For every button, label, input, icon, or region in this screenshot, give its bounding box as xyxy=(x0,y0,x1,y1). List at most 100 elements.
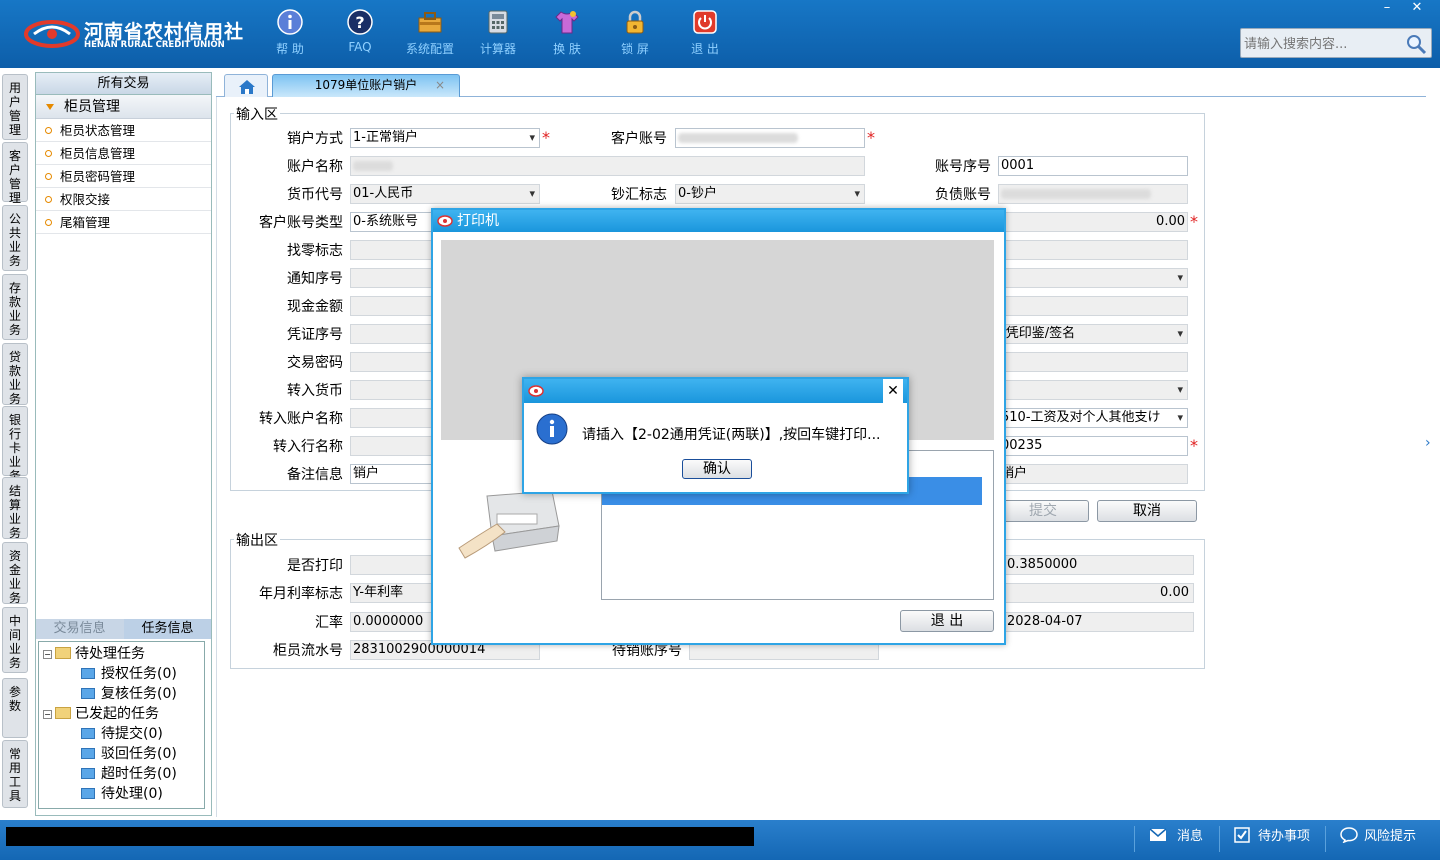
required-mark: * xyxy=(1190,436,1198,455)
toolbox-icon xyxy=(418,12,442,33)
todo-button[interactable]: 待办事项 xyxy=(1219,826,1310,852)
left-panel: 所有交易 柜员管理 柜员状态管理 柜员信息管理 柜员密码管理 权限交接 尾箱管理… xyxy=(35,72,212,816)
checkbox-icon xyxy=(1234,827,1250,843)
vnav-deposit-business[interactable]: 存款业务 xyxy=(2,274,28,340)
vnav-intermediate-business[interactable]: 中间业务 xyxy=(2,607,28,673)
print-exit-button[interactable]: 退 出 xyxy=(900,610,994,632)
exit-label: 退 出 xyxy=(691,42,719,56)
masked-value xyxy=(678,132,798,143)
interest-field: 0.00 xyxy=(1004,583,1194,603)
account-seq-input[interactable]: 0001 xyxy=(998,156,1188,176)
logo-icon xyxy=(24,20,80,48)
window-controls: – ✕ xyxy=(1372,0,1432,18)
calculator-icon xyxy=(488,10,508,34)
search-icon[interactable] xyxy=(1405,33,1427,55)
info-icon xyxy=(277,9,303,35)
vnav-settlement-business[interactable]: 结算业务 xyxy=(2,477,28,540)
menu-item-teller-password[interactable]: 柜员密码管理 xyxy=(36,165,211,188)
label-customer-account: 客户账号 xyxy=(611,131,667,147)
message-ok-button[interactable]: 确认 xyxy=(682,459,752,479)
output-section-title: 输出区 xyxy=(234,530,280,550)
bottom-tabs: 交易信息 任务信息 xyxy=(36,619,211,639)
question-icon: ? xyxy=(347,9,373,35)
minimize-button[interactable]: – xyxy=(1372,0,1402,18)
right-field-9[interactable] xyxy=(998,352,1188,372)
vnav-label: 银行卡业务 xyxy=(8,413,21,483)
tree-node-timeout[interactable]: 超时任务(0) xyxy=(81,764,177,784)
lock-screen-button[interactable]: 锁 屏 xyxy=(605,8,665,57)
menu-item-teller-status[interactable]: 柜员状态管理 xyxy=(36,119,211,142)
system-config-label: 系统配置 xyxy=(405,42,454,56)
faq-button[interactable]: ? FAQ xyxy=(330,8,390,54)
printer-icon xyxy=(458,490,560,559)
tree-node-to-process[interactable]: 待处理(0) xyxy=(81,784,163,804)
label-voucher-no: 凭证序号 xyxy=(287,327,343,343)
vnav-common-tools[interactable]: 常用工具 xyxy=(2,740,28,808)
message-close-button[interactable]: ✕ xyxy=(883,379,903,403)
tab-account-cancel[interactable]: 1079单位账户销户 × xyxy=(272,74,460,98)
tree-node-review[interactable]: 复核任务(0) xyxy=(81,684,177,704)
calculator-button[interactable]: 计算器 xyxy=(468,8,528,57)
tree-node-rejected[interactable]: 驳回任务(0) xyxy=(81,744,177,764)
all-transactions-header[interactable]: 所有交易 xyxy=(36,73,211,95)
search-input[interactable] xyxy=(1244,34,1404,54)
right-field-5[interactable] xyxy=(998,240,1188,260)
verify-method-select[interactable]: -凭印鉴/签名 xyxy=(998,324,1188,344)
tree-node-pending[interactable]: − 待处理任务 xyxy=(43,644,145,664)
tree-label: 驳回任务(0) xyxy=(101,746,177,762)
vnav-label: 资金业务 xyxy=(8,549,21,605)
label-cash-flag: 钞汇标志 xyxy=(611,187,667,203)
risk-button[interactable]: 风险提示 xyxy=(1325,826,1416,852)
help-button[interactable]: 帮 助 xyxy=(260,8,320,57)
menu-item-permission-handover[interactable]: 权限交接 xyxy=(36,188,211,211)
vnav-user-management[interactable]: 用户管理 xyxy=(2,74,28,140)
folder-icon xyxy=(81,788,95,799)
home-tab[interactable] xyxy=(224,74,268,97)
cancel-button[interactable]: 取消 xyxy=(1097,500,1197,522)
task-tree: − 待处理任务 授权任务(0) 复核任务(0) − 已发起的任务 待提交(0) 驳回… xyxy=(38,641,205,809)
purpose-select[interactable]: 510-工资及对个人其他支け xyxy=(998,408,1188,428)
right-field-7[interactable] xyxy=(998,296,1188,316)
system-config-button[interactable]: 系统配置 xyxy=(400,8,460,57)
messages-button[interactable]: 消息 xyxy=(1134,826,1203,852)
svg-text:?: ? xyxy=(355,13,364,32)
tab-task-info[interactable]: 任务信息 xyxy=(124,619,211,639)
tree-node-authorize[interactable]: 授权任务(0) xyxy=(81,664,177,684)
vnav-loan-business[interactable]: 贷款业务 xyxy=(2,343,28,406)
submit-button[interactable]: 提交 xyxy=(997,500,1089,522)
vnav-card-business[interactable]: 银行卡业务 xyxy=(2,406,28,483)
label-notice-no: 通知序号 xyxy=(287,271,343,287)
tree-node-started[interactable]: − 已发起的任务 xyxy=(43,704,159,724)
vnav-public-business[interactable]: 公共业务 xyxy=(2,205,28,271)
teller-management-group[interactable]: 柜员管理 xyxy=(36,95,211,119)
message-text: 请插入【2-02通用凭证(两联)】,按回车键打印... xyxy=(582,427,881,443)
label-cancel-method: 销户方式 xyxy=(287,131,343,147)
exit-button[interactable]: 退 出 xyxy=(675,8,735,57)
change-skin-label: 换 肤 xyxy=(553,42,581,56)
expand-right-icon[interactable]: › xyxy=(1425,435,1431,451)
bank-code-field[interactable]: 00235 xyxy=(998,436,1188,456)
menu-item-teller-info[interactable]: 柜员信息管理 xyxy=(36,142,211,165)
vnav-parameters[interactable]: 参数 xyxy=(2,678,28,738)
shirt-icon xyxy=(555,11,579,34)
window-close-button[interactable]: ✕ xyxy=(1402,0,1432,18)
app-small-icon xyxy=(437,215,453,227)
vnav-customer-management[interactable]: 客户管理 xyxy=(2,142,28,205)
required-mark: * xyxy=(867,128,875,147)
cash-flag-select[interactable]: 0-钞户 xyxy=(675,184,865,204)
help-label: 帮 助 xyxy=(276,42,304,56)
right-select-10[interactable] xyxy=(998,380,1188,400)
change-skin-button[interactable]: 换 肤 xyxy=(537,8,597,57)
label-change-flag: 找零标志 xyxy=(287,243,343,259)
vnav-fund-business[interactable]: 资金业务 xyxy=(2,542,28,605)
tab-transaction-info[interactable]: 交易信息 xyxy=(36,619,123,639)
menu-item-tail-box[interactable]: 尾箱管理 xyxy=(36,211,211,234)
tree-node-to-submit[interactable]: 待提交(0) xyxy=(81,724,163,744)
tab-close-icon[interactable]: × xyxy=(435,75,445,95)
label-remark: 备注信息 xyxy=(287,467,343,483)
label-transfer-bank-name: 转入行名称 xyxy=(273,439,343,455)
customer-account-input[interactable] xyxy=(675,128,865,148)
right-select-6[interactable] xyxy=(998,268,1188,288)
currency-select[interactable]: 01-人民币 xyxy=(350,184,540,204)
cancel-method-select[interactable]: 1-正常销户 xyxy=(350,128,540,148)
